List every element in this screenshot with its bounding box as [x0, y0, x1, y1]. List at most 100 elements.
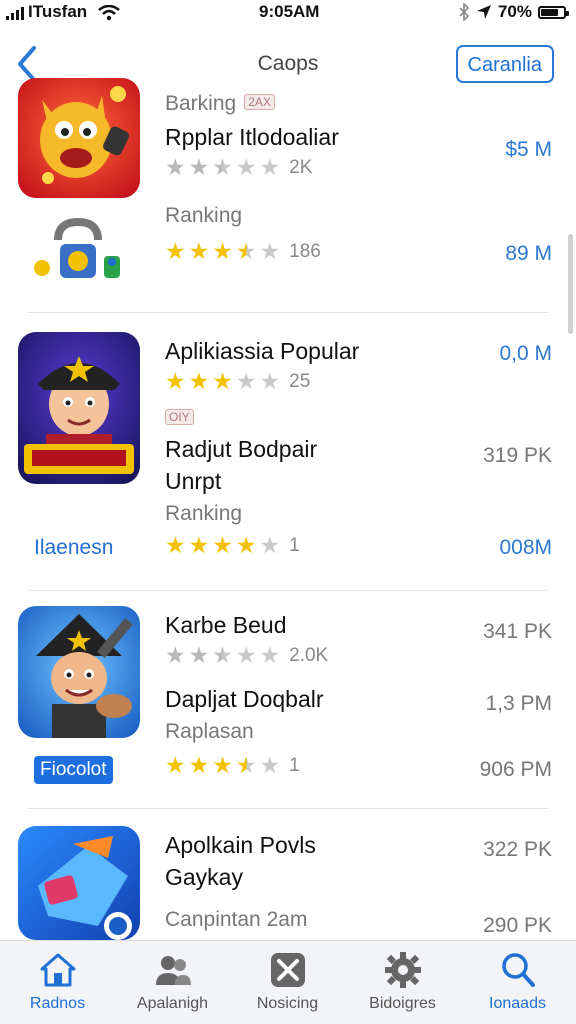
item-value-secondary: 008M	[499, 536, 552, 559]
tab-home[interactable]: Radnos	[0, 951, 115, 1013]
star-icon: ★	[188, 642, 210, 668]
item-link[interactable]: Ilaenesn	[34, 536, 113, 560]
list-item[interactable]: Barking 2AX Rpplar Itlodoaliar $5 M ★ ★ ★ ★ ★…	[0, 78, 576, 210]
scrollbar[interactable]	[568, 234, 573, 334]
item-title-line1: Radjut Bodpair	[165, 436, 318, 462]
star-icon: ★	[165, 154, 186, 180]
item-value: 0,0 M	[499, 342, 552, 365]
app-icon-toys	[34, 217, 120, 278]
star-icon: ★	[165, 642, 186, 668]
list-item[interactable]: Ranking 89 M ★ ★ ★ ★ ★ 186	[0, 200, 576, 300]
star-icon: ★	[188, 532, 210, 558]
item-value-tertiary: 906 PM	[479, 758, 552, 781]
rating-stars: ★ ★ ★ ★ ★ 2K	[165, 156, 312, 179]
star-icon: ★	[165, 368, 186, 394]
star-icon: ★	[235, 532, 257, 558]
star-icon: ★	[259, 154, 281, 180]
item-title-secondary: Dapljat Doqbalr	[165, 686, 324, 712]
rating-stars: ★ ★ ★ ★ ★ 25	[165, 370, 310, 393]
item-title-line1: Apolkain Povls	[165, 832, 316, 858]
battery-icon	[538, 5, 569, 19]
star-icon: ★	[235, 154, 257, 180]
signal-icon	[6, 6, 24, 20]
star-icon: ★	[259, 752, 281, 778]
star-icon: ★	[188, 752, 210, 778]
bluetooth-icon	[459, 3, 470, 21]
tab-search[interactable]: Ionaads	[460, 951, 575, 1013]
tab-label: Radnos	[29, 995, 86, 1012]
location-icon	[476, 5, 491, 19]
eyebrow-text: Barking	[165, 92, 237, 115]
item-value: 341 PK	[483, 620, 552, 643]
item-title-line2: Gaykay	[165, 864, 243, 890]
star-icon: ★	[235, 368, 257, 394]
star-icon: ★	[165, 752, 186, 778]
item-value-secondary: 1,3 PM	[485, 692, 552, 715]
star-icon: ★	[259, 238, 281, 264]
gear-icon	[384, 952, 421, 988]
status-right: 70%	[458, 2, 569, 22]
star-icon: ★	[188, 154, 210, 180]
carrier: ITusfan	[6, 2, 120, 22]
carrier-name: ITusfan	[28, 2, 88, 21]
rating-stars: ★ ★ ★ ★ ★ 2.0K	[165, 644, 328, 667]
item-badge[interactable]: Fiocolot	[34, 756, 113, 784]
item-label: Ranking	[165, 502, 243, 525]
list-item[interactable]: Aplikiassia Popular 0,0 M ★ ★ ★ ★ ★ 25 OIY Ra…	[0, 330, 576, 590]
x-box-icon	[270, 953, 305, 987]
star-icon: ★	[235, 642, 257, 668]
item-title-line2: Unrpt	[165, 468, 222, 494]
rating-count: 1	[289, 534, 300, 556]
star-icon: ★	[259, 642, 281, 668]
star-icon: ★	[212, 642, 233, 668]
star-icon: ★	[212, 368, 233, 394]
rating-count: 25	[289, 370, 311, 392]
rating-stars: ★ ★ ★ ★ ★ 1	[165, 534, 300, 557]
home-icon	[40, 953, 75, 987]
item-eyebrow: Barking 2AX	[165, 92, 275, 116]
list-item[interactable]: Karbe Beud 341 PK ★ ★ ★ ★ ★ 2.0K Dapljat Doqb…	[0, 604, 576, 804]
star-icon: ★	[259, 532, 281, 558]
star-icon: ★	[212, 238, 233, 264]
status-bar: ITusfan 9:05AM 70%	[0, 0, 576, 26]
item-value: 89 M	[505, 242, 552, 265]
tab-label: Nosicing	[256, 995, 319, 1012]
tab-label: Ionaads	[489, 995, 546, 1012]
divider	[28, 590, 548, 591]
item-title: Aplikiassia Popular	[165, 338, 360, 364]
tab-bar: Radnos Apalanigh Nosicing Bidoigres Iona…	[0, 940, 576, 1024]
tab-settings[interactable]: Bidoigres	[345, 951, 460, 1013]
item-value-secondary: 290 PK	[483, 914, 552, 937]
star-icon: ★	[165, 532, 186, 558]
star-icon: ★	[188, 238, 210, 264]
eyebrow-tag: 2AX	[244, 94, 275, 111]
item-title: Rpplar Itlodoaliar	[165, 124, 339, 150]
battery-percent: 70%	[497, 2, 532, 21]
rating-count: 2K	[289, 156, 313, 178]
item-label: Canpintan 2am	[165, 908, 308, 931]
star-icon: ★	[165, 238, 186, 264]
app-icon-captain-character	[18, 332, 140, 484]
rating-count: 1	[289, 754, 300, 776]
tab-label: Apalanigh	[136, 995, 209, 1012]
item-title: Karbe Beud	[165, 612, 287, 638]
clock: 9:05AM	[259, 2, 320, 21]
item-value: 319 PK	[483, 444, 552, 467]
item-label: Raplasan	[165, 720, 254, 743]
wifi-icon	[98, 4, 120, 20]
rating-stars: ★ ★ ★ ★ ★ 186	[165, 240, 321, 263]
list-item[interactable]: Apolkain Povls Gaykay 322 PK Canpintan 2…	[0, 824, 576, 940]
tab-people[interactable]: Apalanigh	[115, 951, 230, 1013]
star-icon: ★	[235, 752, 257, 778]
rating-stars-secondary: ★ ★ ★ ★ ★ 1	[165, 754, 300, 777]
people-icon	[155, 956, 191, 985]
app-icon-wizard-character	[18, 606, 140, 738]
star-icon: ★	[212, 752, 233, 778]
divider	[28, 808, 548, 809]
tab-notices[interactable]: Nosicing	[230, 951, 345, 1013]
rating-count: 186	[289, 240, 321, 262]
app-icon-cartoon-dog	[18, 78, 140, 198]
star-icon: ★	[259, 368, 281, 394]
divider	[28, 312, 548, 313]
item-value: $5 M	[505, 138, 552, 161]
